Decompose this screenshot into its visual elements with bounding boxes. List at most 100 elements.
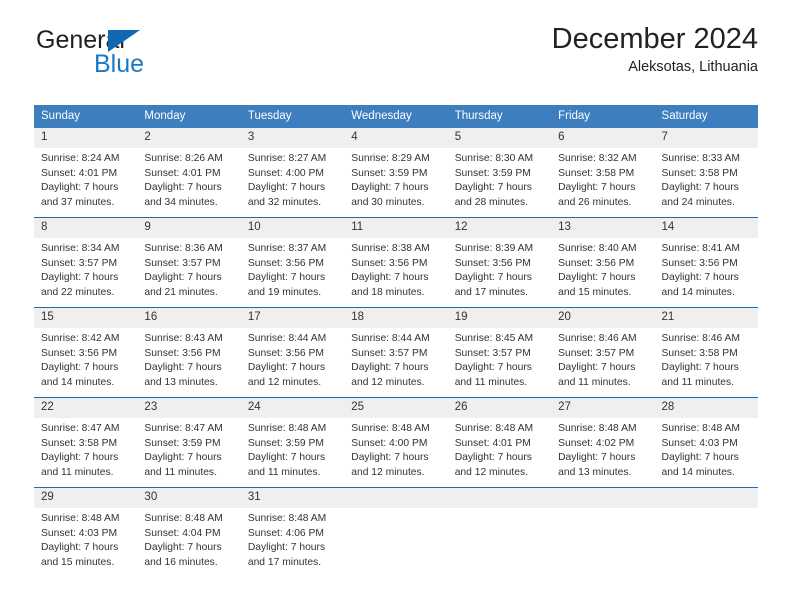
day-number: 2 — [137, 128, 241, 148]
daylight-text-line1: Daylight: 7 hours — [41, 452, 119, 464]
sunset-text: Sunset: 3:59 PM — [454, 167, 531, 179]
sunset-text: Sunset: 4:02 PM — [558, 437, 635, 449]
sunrise-text: Sunrise: 8:45 AM — [454, 333, 534, 344]
calendar-day-cell[interactable]: 26 Sunrise: 8:48 AM Sunset: 4:01 PM Dayligh… — [447, 398, 552, 487]
daylight-text-line1: Daylight: 7 hours — [144, 362, 222, 374]
calendar-day-cell[interactable]: 9 Sunrise: 8:36 AM Sunset: 3:57 PM Daylight… — [137, 218, 241, 307]
sunset-text: Sunset: 3:57 PM — [454, 347, 531, 359]
day-sun-info: Sunrise: 8:38 AM Sunset: 3:56 PM Daylight:… — [344, 238, 447, 307]
blue-triangle-icon — [108, 30, 140, 52]
sunset-text: Sunset: 4:01 PM — [454, 437, 531, 449]
daylight-text-line1: Daylight: 7 hours — [661, 362, 739, 374]
calendar-day-cell[interactable]: 10 Sunrise: 8:37 AM Sunset: 3:56 PM Dayligh… — [240, 218, 345, 307]
daylight-text-line1: Daylight: 7 hours — [558, 452, 636, 464]
sunrise-text: Sunrise: 8:48 AM — [351, 423, 430, 434]
calendar-day-cell-empty — [344, 488, 448, 577]
calendar-day-cell[interactable]: 6 Sunrise: 8:32 AM Sunset: 3:58 PM Daylight… — [551, 128, 655, 217]
daylight-text-line2: and 11 minutes. — [661, 376, 735, 388]
daylight-text-line2: and 17 minutes. — [247, 556, 322, 568]
daylight-text-line1: Daylight: 7 hours — [351, 272, 429, 284]
logo-text-blue: Blue — [94, 50, 145, 78]
calendar-day-cell[interactable]: 27 Sunrise: 8:48 AM Sunset: 4:02 PM Dayligh… — [551, 398, 655, 487]
calendar-day-cell[interactable]: 17 Sunrise: 8:44 AM Sunset: 3:56 PM Dayligh… — [240, 308, 345, 397]
daylight-text-line2: and 16 minutes. — [144, 556, 218, 568]
calendar-day-cell[interactable]: 2 Sunrise: 8:26 AM Sunset: 4:01 PM Daylight… — [137, 128, 241, 217]
day-sun-info: Sunrise: 8:29 AM Sunset: 3:59 PM Daylight:… — [344, 148, 447, 217]
calendar-day-cell[interactable]: 20 Sunrise: 8:46 AM Sunset: 3:57 PM Dayligh… — [551, 308, 655, 397]
daylight-text-line2: and 12 minutes. — [247, 376, 322, 388]
calendar-day-cell[interactable]: 29 Sunrise: 8:48 AM Sunset: 4:03 PM Dayligh… — [34, 488, 138, 577]
sunrise-text: Sunrise: 8:48 AM — [661, 423, 740, 434]
day-number: 1 — [34, 128, 138, 148]
calendar-day-cell-empty — [447, 488, 552, 577]
day-number: 6 — [551, 128, 655, 148]
general-blue-logo[interactable]: General Blue — [34, 28, 294, 84]
calendar-day-cell[interactable]: 12 Sunrise: 8:39 AM Sunset: 3:56 PM Dayligh… — [447, 218, 552, 307]
day-number: 28 — [654, 398, 758, 418]
sunrise-text: Sunrise: 8:26 AM — [144, 153, 223, 164]
day-sun-info: Sunrise: 8:45 AM Sunset: 3:57 PM Daylight:… — [448, 328, 551, 397]
day-number: 16 — [137, 308, 241, 328]
sunrise-text: Sunrise: 8:47 AM — [144, 423, 223, 434]
day-sun-info — [551, 508, 654, 577]
daylight-text-line1: Daylight: 7 hours — [247, 452, 326, 464]
calendar-day-cell[interactable]: 23 Sunrise: 8:47 AM Sunset: 3:59 PM Dayligh… — [137, 398, 241, 487]
calendar-day-cell[interactable]: 16 Sunrise: 8:43 AM Sunset: 3:56 PM Dayligh… — [137, 308, 241, 397]
day-number: 27 — [551, 398, 655, 418]
calendar-day-cell[interactable]: 5 Sunrise: 8:30 AM Sunset: 3:59 PM Daylight… — [447, 128, 552, 217]
calendar-day-cell[interactable]: 8 Sunrise: 8:34 AM Sunset: 3:57 PM Daylight… — [34, 218, 138, 307]
daylight-text-line1: Daylight: 7 hours — [351, 452, 429, 464]
daylight-text-line1: Daylight: 7 hours — [351, 362, 429, 374]
sunset-text: Sunset: 3:58 PM — [661, 167, 738, 179]
sunset-text: Sunset: 4:04 PM — [144, 527, 221, 539]
calendar-day-cell[interactable]: 28 Sunrise: 8:48 AM Sunset: 4:03 PM Dayligh… — [654, 398, 758, 487]
sunset-text: Sunset: 3:57 PM — [144, 257, 221, 269]
sunrise-text: Sunrise: 8:29 AM — [351, 153, 430, 164]
day-sun-info: Sunrise: 8:44 AM Sunset: 3:56 PM Daylight:… — [241, 328, 344, 397]
calendar-day-cell[interactable]: 25 Sunrise: 8:48 AM Sunset: 4:00 PM Dayligh… — [344, 398, 448, 487]
sunrise-text: Sunrise: 8:39 AM — [454, 243, 534, 254]
daylight-text-line2: and 17 minutes. — [454, 286, 528, 298]
calendar-day-cell[interactable]: 4 Sunrise: 8:29 AM Sunset: 3:59 PM Daylight… — [344, 128, 448, 217]
calendar-day-cell[interactable]: 30 Sunrise: 8:48 AM Sunset: 4:04 PM Dayligh… — [137, 488, 241, 577]
calendar-day-cell[interactable]: 3 Sunrise: 8:27 AM Sunset: 4:00 PM Daylight… — [240, 128, 345, 217]
sunrise-text: Sunrise: 8:38 AM — [351, 243, 430, 254]
daylight-text-line1: Daylight: 7 hours — [454, 452, 532, 464]
day-sun-info: Sunrise: 8:46 AM Sunset: 3:57 PM Daylight:… — [551, 328, 654, 397]
daylight-text-line2: and 14 minutes. — [41, 376, 115, 388]
daylight-text-line1: Daylight: 7 hours — [144, 452, 222, 464]
day-sun-info — [448, 508, 551, 577]
sunrise-text: Sunrise: 8:48 AM — [247, 513, 327, 524]
daylight-text-line1: Daylight: 7 hours — [661, 272, 739, 284]
daylight-text-line2: and 22 minutes. — [41, 286, 115, 298]
calendar-day-cell[interactable]: 18 Sunrise: 8:44 AM Sunset: 3:57 PM Dayligh… — [344, 308, 448, 397]
sunrise-text: Sunrise: 8:43 AM — [144, 333, 223, 344]
daylight-text-line1: Daylight: 7 hours — [558, 182, 636, 194]
calendar-day-cell[interactable]: 1 Sunrise: 8:24 AM Sunset: 4:01 PM Daylight… — [34, 128, 138, 217]
day-sun-info: Sunrise: 8:24 AM Sunset: 4:01 PM Daylight:… — [34, 148, 137, 217]
calendar-day-cell[interactable]: 14 Sunrise: 8:41 AM Sunset: 3:56 PM Dayligh… — [654, 218, 758, 307]
sunset-text: Sunset: 4:03 PM — [661, 437, 738, 449]
daylight-text-line2: and 32 minutes. — [247, 196, 322, 208]
calendar-day-cell[interactable]: 7 Sunrise: 8:33 AM Sunset: 3:58 PM Daylight… — [654, 128, 758, 217]
daylight-text-line2: and 13 minutes. — [144, 376, 218, 388]
day-number: 30 — [137, 488, 241, 508]
calendar-day-cell-empty — [654, 488, 758, 577]
daylight-text-line1: Daylight: 7 hours — [454, 362, 532, 374]
day-sun-info: Sunrise: 8:33 AM Sunset: 3:58 PM Daylight:… — [655, 148, 758, 217]
calendar-day-cell[interactable]: 19 Sunrise: 8:45 AM Sunset: 3:57 PM Dayligh… — [447, 308, 552, 397]
day-sun-info: Sunrise: 8:32 AM Sunset: 3:58 PM Daylight:… — [551, 148, 654, 217]
calendar-day-cell[interactable]: 15 Sunrise: 8:42 AM Sunset: 3:56 PM Dayligh… — [34, 308, 138, 397]
day-sun-info: Sunrise: 8:47 AM Sunset: 3:59 PM Daylight:… — [137, 418, 240, 487]
day-sun-info: Sunrise: 8:26 AM Sunset: 4:01 PM Daylight:… — [137, 148, 240, 217]
calendar-day-cell[interactable]: 21 Sunrise: 8:46 AM Sunset: 3:58 PM Dayligh… — [654, 308, 758, 397]
calendar-day-cell[interactable]: 13 Sunrise: 8:40 AM Sunset: 3:56 PM Dayligh… — [551, 218, 655, 307]
calendar-day-cell[interactable]: 22 Sunrise: 8:47 AM Sunset: 3:58 PM Dayligh… — [34, 398, 138, 487]
day-number: 12 — [447, 218, 552, 238]
day-number: 7 — [654, 128, 758, 148]
calendar-day-cell[interactable]: 31 Sunrise: 8:48 AM Sunset: 4:06 PM Dayligh… — [240, 488, 345, 577]
calendar-day-cell[interactable]: 11 Sunrise: 8:38 AM Sunset: 3:56 PM Dayligh… — [344, 218, 448, 307]
daylight-text-line2: and 14 minutes. — [661, 286, 735, 298]
day-sun-info: Sunrise: 8:48 AM Sunset: 4:04 PM Daylight:… — [137, 508, 240, 577]
calendar-day-cell[interactable]: 24 Sunrise: 8:48 AM Sunset: 3:59 PM Dayligh… — [240, 398, 345, 487]
